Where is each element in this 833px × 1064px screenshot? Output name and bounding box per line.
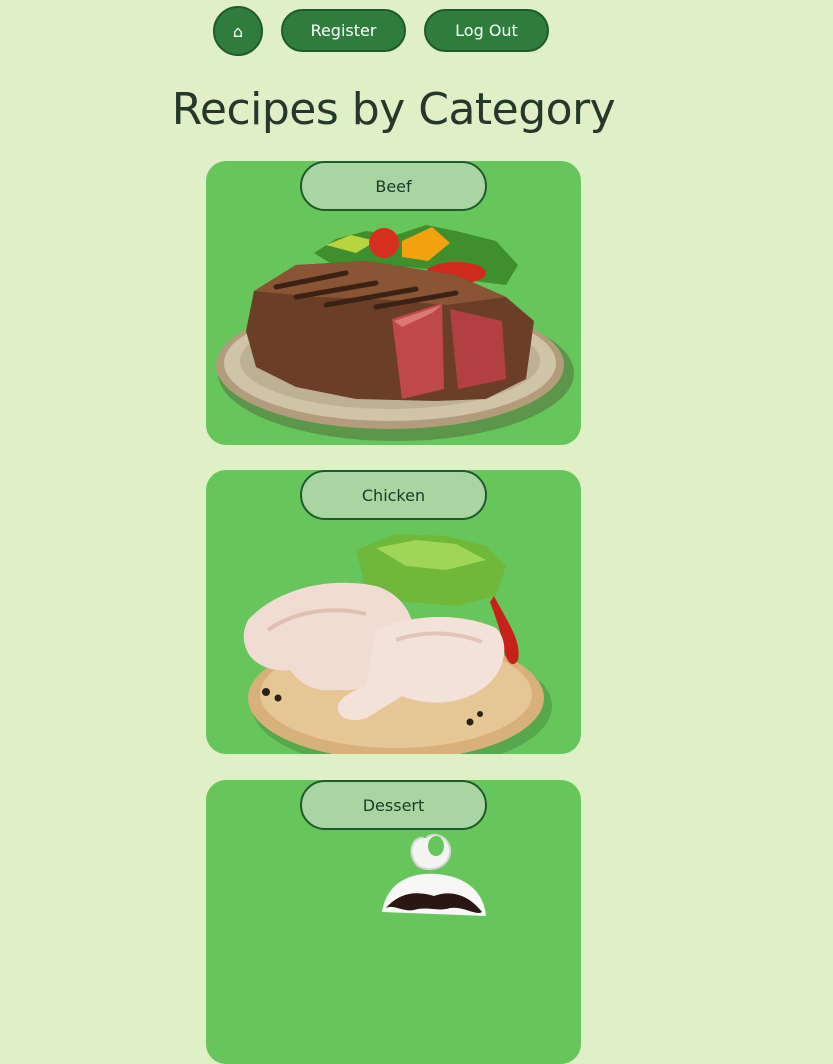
chicken-image [243, 534, 552, 754]
category-card-chicken[interactable]: Chicken [206, 470, 581, 754]
logout-button[interactable]: Log Out [424, 9, 549, 52]
home-button[interactable]: ⌂ [213, 6, 263, 56]
category-card-dessert[interactable]: Dessert [206, 780, 581, 1064]
register-button[interactable]: Register [281, 9, 406, 52]
top-nav: ⌂ Register Log Out [0, 6, 833, 58]
dessert-image [382, 833, 486, 916]
beef-image [216, 225, 574, 441]
home-icon: ⌂ [232, 21, 244, 41]
category-label[interactable]: Chicken [300, 470, 487, 520]
category-label[interactable]: Dessert [300, 780, 487, 830]
category-label[interactable]: Beef [300, 161, 487, 211]
page-title: Recipes by Category [171, 84, 616, 135]
category-card-beef[interactable]: Beef [206, 161, 581, 445]
